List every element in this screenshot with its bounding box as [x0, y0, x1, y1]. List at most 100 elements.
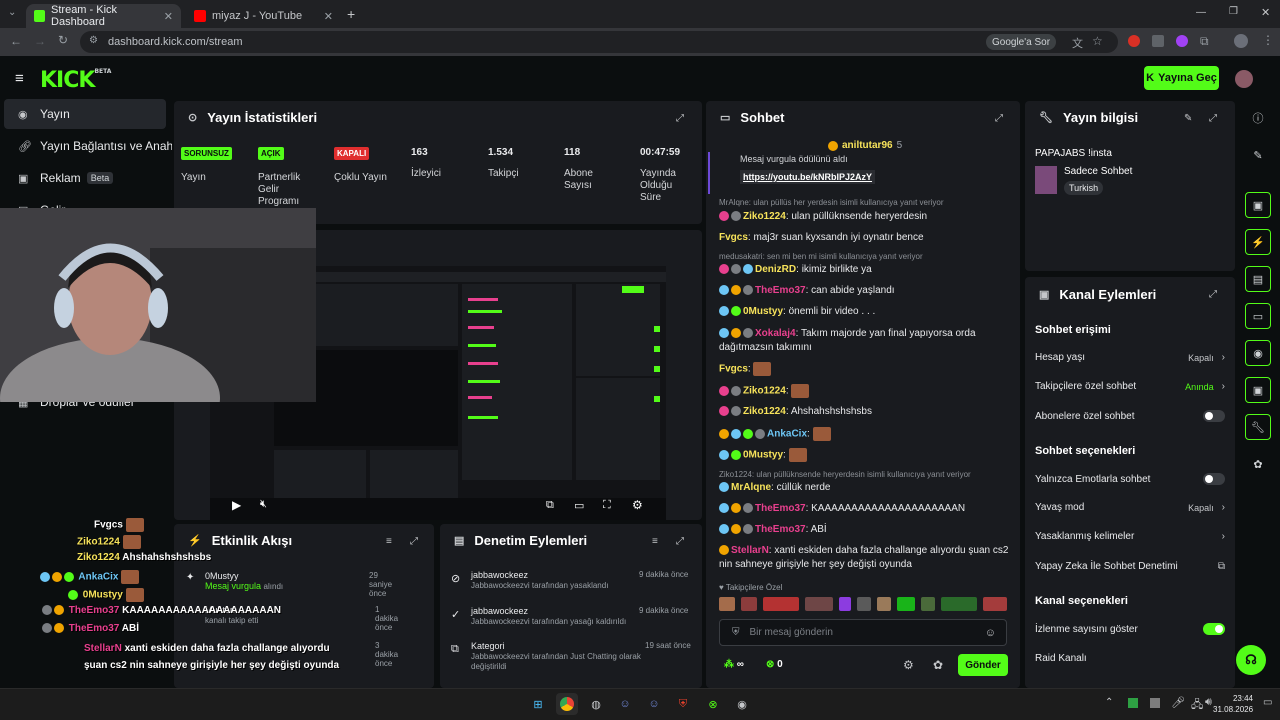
site-info-icon[interactable]: ⚙ [89, 35, 98, 46]
chat-message[interactable]: TheEmo37: KAAAAAAAAAAAAAAAAAAAAAN [719, 502, 1009, 516]
slow-mode-row[interactable]: Yavaş mod Kapalı › [1035, 502, 1225, 513]
tab-search-icon[interactable]: ⌄ [8, 7, 16, 18]
emote-image[interactable] [741, 597, 757, 611]
chat-username[interactable]: MrAlqne [731, 482, 771, 493]
support-headset-icon[interactable]: ☊ [1236, 645, 1266, 675]
kick-logo[interactable]: KICKBETA [40, 68, 111, 93]
shield-taskbar-icon[interactable]: ⛨ [672, 693, 694, 715]
obs-taskbar-icon[interactable]: ◉ [731, 693, 753, 715]
extension-icon[interactable] [1128, 35, 1140, 47]
chat-message[interactable]: Fvgcs: [719, 362, 1009, 377]
account-age-row[interactable]: Hesap yaşı Kapalı › [1035, 352, 1225, 363]
bookmark-star-icon[interactable]: ☆ [1092, 34, 1103, 48]
xbox-taskbar-icon[interactable]: ⊗ [702, 693, 724, 715]
clock[interactable]: 23:44 31.08.2026 [1213, 693, 1253, 715]
emote-image[interactable] [857, 597, 871, 611]
chat-message[interactable]: TheEmo37: ABİ [719, 523, 1009, 537]
chat-message[interactable]: 0Mustyy: [719, 448, 1009, 463]
tray-app-icon[interactable] [1150, 698, 1160, 708]
emote-image[interactable] [839, 597, 851, 611]
chat-username[interactable]: Ziko1224 [743, 386, 786, 397]
minimize-icon[interactable]: — [1196, 7, 1206, 18]
chat-message[interactable]: StellarN: xanti eskiden daha fazla chall… [719, 544, 1009, 572]
chat-message[interactable]: AnkaCix: [719, 427, 1009, 442]
info-icon[interactable]: ⓘ [1245, 105, 1271, 131]
sidebar-item-ads[interactable]: ▣ Reklam Beta [4, 163, 166, 193]
chat-username[interactable]: TheEmo37 [755, 524, 806, 535]
send-button[interactable]: Gönder [958, 654, 1008, 676]
rail-channel-icon[interactable]: ▣ [1245, 377, 1271, 403]
tray-app-icon[interactable] [1128, 698, 1138, 708]
moderation-item[interactable]: ⊘ jabbawockeez Jabbawockeezvi tarafından … [451, 570, 696, 590]
pinned-link[interactable]: https://youtu.be/kNRbIPJ2AzY [740, 170, 876, 184]
maximize-icon[interactable]: ❐ [1229, 6, 1238, 17]
chat-message[interactable]: Ziko1224: Ahshahshshshsbs [719, 405, 1009, 419]
extension-icon[interactable] [1152, 35, 1164, 47]
tray-chevron-icon[interactable]: ⌃ [1105, 697, 1113, 708]
chat-username[interactable]: Ziko1224 [743, 406, 786, 417]
settings-gear-icon[interactable]: ⚙ [632, 498, 643, 512]
rail-list-icon[interactable]: ▤ [1245, 266, 1271, 292]
extension-icon[interactable] [1176, 35, 1188, 47]
hamburger-menu-icon[interactable]: ≡ [15, 70, 24, 87]
user-avatar[interactable] [1235, 70, 1253, 88]
sidebar-item-stream[interactable]: ◉ Yayın [4, 99, 166, 129]
reload-icon[interactable]: ↻ [58, 33, 68, 47]
emote-image[interactable] [921, 597, 935, 611]
emote-image[interactable] [897, 597, 915, 611]
chat-username[interactable]: Ziko1224 [743, 211, 786, 222]
close-tab-icon[interactable]: ✕ [164, 10, 173, 23]
steam-taskbar-icon[interactable]: ◍ [585, 693, 607, 715]
category-name[interactable]: Sadece Sohbet [1064, 166, 1132, 177]
followers-only-row[interactable]: Takipçilere özel sohbet Anında › [1035, 381, 1225, 392]
chat-message[interactable]: Ziko1224: [719, 384, 1009, 399]
rail-video-icon[interactable]: ▣ [1245, 192, 1271, 218]
moderation-item[interactable]: ✓ jabbawockeez Jabbawockeezvi tarafından … [451, 606, 696, 626]
emote-only-toggle[interactable] [1203, 473, 1225, 485]
expand-icon[interactable]: ⤢ [1209, 289, 1217, 300]
mute-icon[interactable]: 🔇︎ [260, 498, 267, 511]
windows-start-icon[interactable]: ⊞ [527, 693, 549, 715]
forward-icon[interactable]: → [34, 34, 46, 48]
emote-image[interactable] [983, 597, 1007, 611]
show-viewcount-toggle[interactable] [1203, 623, 1225, 635]
chat-message[interactable]: MrAlqne: cüllük nerde [719, 481, 1009, 495]
extensions-puzzle-icon[interactable]: ⧉ [1200, 34, 1209, 49]
translate-icon[interactable]: 文 [1072, 35, 1083, 51]
tab-kick-dashboard[interactable]: Stream - Kick Dashboard ✕ [26, 4, 181, 28]
rail-chat-icon[interactable]: ▭ [1245, 303, 1271, 329]
rail-mod-icon[interactable]: ✿ [1245, 451, 1271, 477]
volume-icon[interactable]: 🔊︎ [1205, 696, 1212, 709]
edit-icon[interactable]: ✎ [1245, 142, 1271, 168]
language-tag[interactable]: Turkish [1064, 181, 1104, 195]
theater-icon[interactable]: ▭ [574, 499, 584, 512]
chat-username[interactable]: DenizRD [755, 264, 796, 275]
browser-menu-icon[interactable]: ⋮ [1262, 33, 1274, 47]
emote-image[interactable] [805, 597, 833, 611]
ai-moderation-row[interactable]: Yapay Zeka İle Sohbet Denetimi ⧉ [1035, 561, 1225, 572]
expand-icon[interactable]: ⤢ [410, 536, 418, 547]
chat-mod-icon[interactable]: ✿ [933, 658, 943, 672]
event-item[interactable]: ✦ 0Mustyy Mesaj vurgula alındı 29 saniye … [186, 571, 392, 598]
tab-youtube[interactable]: miyaz J - YouTube ✕ [186, 4, 341, 28]
pinned-user[interactable]: aniltutar96 [842, 140, 893, 151]
rail-lightning-icon[interactable]: ⚡ [1245, 229, 1271, 255]
chat-message[interactable]: Xokalaj4: Takım majorde yan final yapıyo… [719, 327, 1009, 355]
expand-icon[interactable]: ⤢ [676, 536, 684, 547]
chat-username[interactable]: Fvgcs [719, 364, 748, 375]
address-bar[interactable]: ⚙ dashboard.kick.com/stream Google'a Sor… [80, 31, 1118, 53]
chat-input[interactable]: ⛨ Bir mesaj gönderin ☺ [719, 619, 1007, 646]
close-window-icon[interactable]: ✕ [1261, 6, 1270, 19]
show-viewcount-row[interactable]: İzlenme sayısını göster [1035, 623, 1225, 635]
subscribers-only-row[interactable]: Abonelere özel sohbet [1035, 410, 1225, 422]
emote-only-row[interactable]: Yalnızca Emotlarla sohbet [1035, 473, 1225, 485]
discord-taskbar-icon[interactable]: ☺ [643, 693, 665, 715]
chat-message[interactable]: 0Mustyy: önemli bir video . . . [719, 305, 1009, 319]
chat-message[interactable]: Fvgcs: maj3r suan kyxsandn iyi oynatır b… [719, 231, 1009, 245]
raid-channel-row[interactable]: Raid Kanalı [1035, 653, 1225, 664]
network-icon[interactable]: 🖧︎ [1191, 696, 1203, 715]
chat-settings-icon[interactable]: ⚙ [903, 658, 914, 672]
back-icon[interactable]: ← [10, 34, 22, 48]
sidebar-item-stream-key[interactable]: 🔗︎ Yayın Bağlantısı ve Anahtarı [4, 131, 172, 161]
chat-username[interactable]: Xokalaj4 [755, 328, 796, 339]
